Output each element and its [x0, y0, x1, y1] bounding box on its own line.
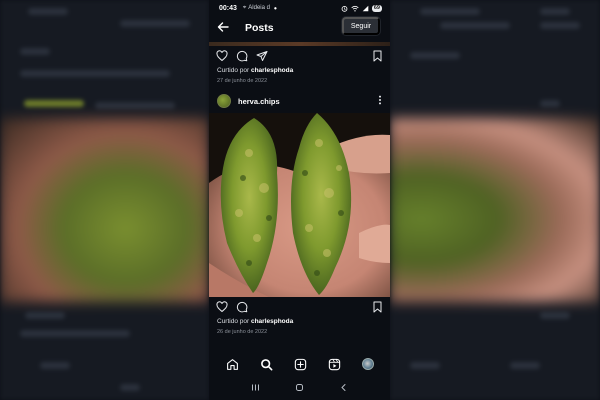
status-icons: 69 — [341, 4, 382, 12]
post-actions — [209, 297, 390, 317]
send-icon[interactable] — [256, 50, 268, 62]
system-navigation-bar — [209, 378, 390, 398]
signal-icon — [362, 5, 369, 11]
reels-icon[interactable] — [328, 358, 341, 371]
liked-by-prefix: Curtido por — [217, 318, 250, 325]
heart-icon[interactable] — [216, 301, 228, 313]
post-image[interactable] — [209, 113, 390, 297]
status-bar: 00:43 ⌖ Aldeia d • 69 — [209, 0, 390, 16]
plus-square-icon[interactable] — [294, 358, 307, 371]
page-title: Posts — [245, 22, 274, 34]
battery-indicator: 69 — [371, 4, 382, 12]
post-actions — [209, 46, 390, 66]
status-time: 00:43 — [219, 4, 237, 12]
back-arrow-icon[interactable] — [217, 21, 235, 36]
comment-icon[interactable] — [236, 50, 248, 62]
search-icon[interactable] — [260, 358, 273, 371]
bookmark-icon[interactable] — [371, 50, 383, 62]
alarm-icon — [341, 5, 348, 12]
liked-by-user[interactable]: charlesphoda — [251, 318, 293, 325]
liked-by-text[interactable]: Curtido por charlesphoda — [209, 317, 390, 327]
avatar[interactable] — [217, 94, 231, 108]
post-date: 26 de junho de 2022 — [217, 329, 268, 335]
blurred-backdrop-right — [390, 0, 600, 400]
wifi-icon — [351, 5, 359, 11]
location-pin-icon: ⌖ — [242, 4, 247, 11]
location-indicator: ⌖ Aldeia d — [243, 5, 270, 12]
liked-by-text[interactable]: Curtido por charlesphoda — [209, 66, 390, 76]
avatar[interactable] — [361, 358, 374, 370]
bookmark-icon[interactable] — [371, 301, 383, 313]
screenshot-stage: 00:43 ⌖ Aldeia d • 69 Posts Seguir Curti… — [0, 0, 600, 400]
liked-by-prefix: Curtido por — [217, 67, 250, 74]
post-date: 27 de junho de 2022 — [217, 78, 268, 84]
home-button-icon[interactable] — [295, 383, 304, 394]
follow-button[interactable]: Seguir — [342, 17, 380, 35]
post-header: herva.chips — [209, 89, 390, 113]
blurred-backdrop-left — [0, 0, 209, 400]
home-icon[interactable] — [226, 358, 239, 371]
location-text: Aldeia d — [248, 5, 270, 11]
more-options-icon[interactable] — [378, 95, 382, 107]
back-button-icon[interactable] — [339, 383, 348, 394]
recent-apps-icon[interactable] — [251, 383, 260, 394]
heart-icon[interactable] — [216, 50, 228, 62]
notification-dot-icon: • — [273, 3, 277, 13]
comment-icon[interactable] — [236, 301, 248, 313]
post-username[interactable]: herva.chips — [238, 97, 280, 106]
bottom-navigation — [209, 352, 390, 376]
liked-by-user[interactable]: charlesphoda — [251, 67, 293, 74]
phone-screen: 00:43 ⌖ Aldeia d • 69 Posts Seguir Curti… — [209, 0, 390, 400]
